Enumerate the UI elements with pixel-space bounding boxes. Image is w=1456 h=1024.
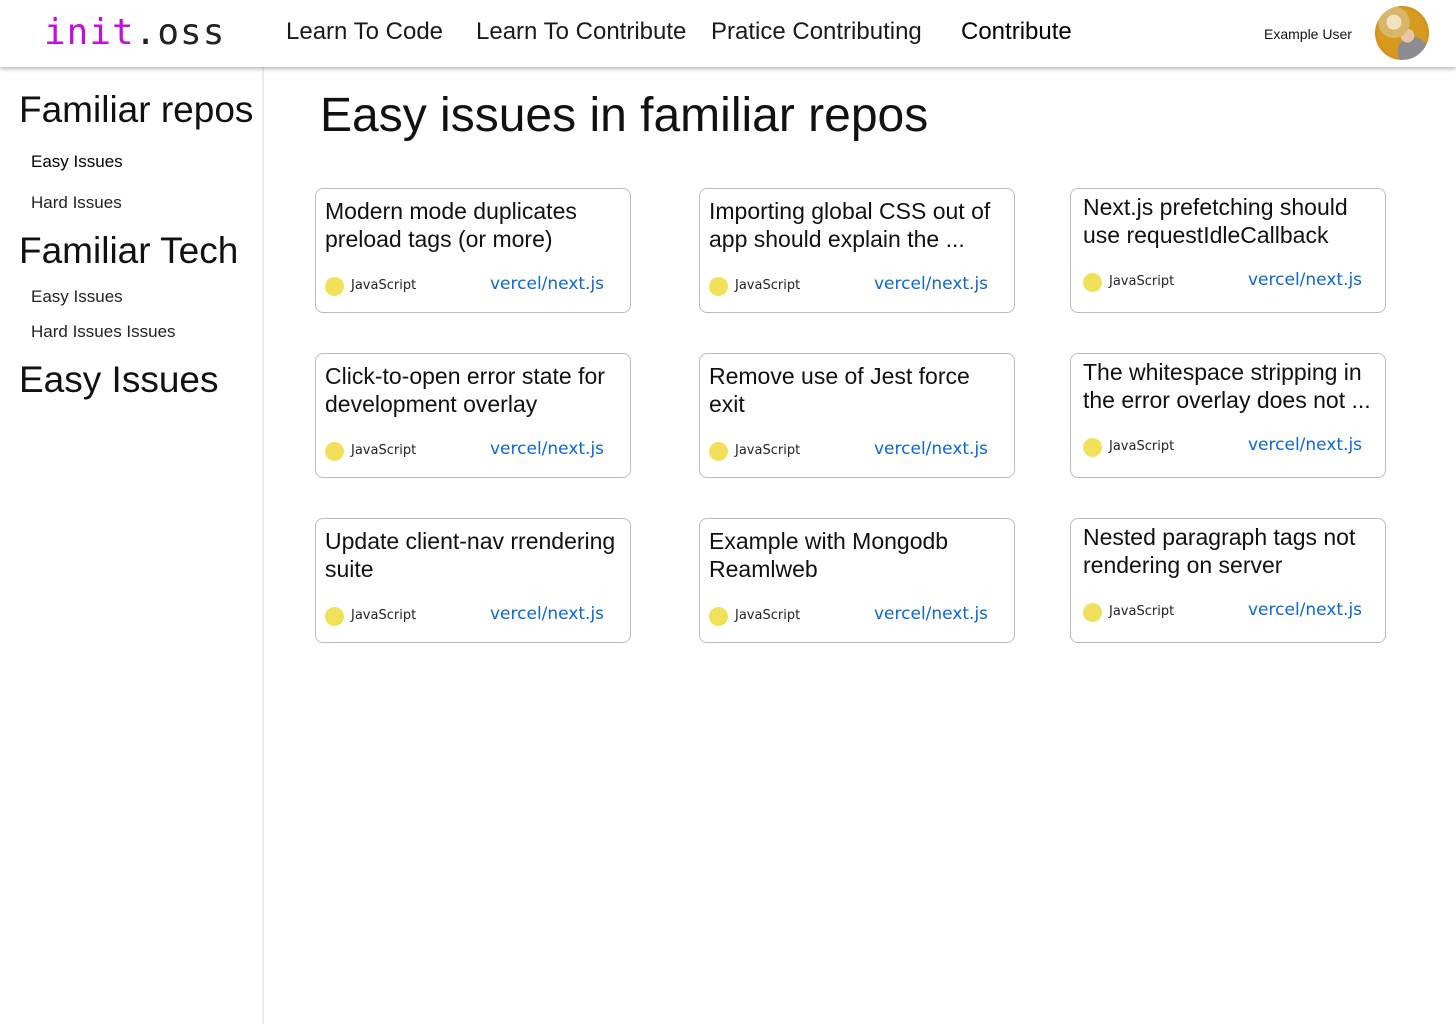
language-color-dot-icon (325, 277, 344, 296)
issue-title: Update client-nav rrendering suite (325, 528, 616, 582)
sidebar-item-repos-easy-issues[interactable]: Easy Issues (31, 152, 123, 172)
issue-title: Next.js prefetching should use requestId… (1083, 194, 1348, 248)
language-color-dot-icon (709, 607, 728, 626)
issue-card[interactable]: Next.js prefetching should use requestId… (1070, 188, 1386, 313)
language-color-dot-icon (709, 277, 728, 296)
nav-contribute[interactable]: Contribute (961, 18, 1072, 46)
sidebar-heading-easy-issues[interactable]: Easy Issues (19, 359, 218, 401)
page-title: Easy issues in familiar repos (320, 89, 929, 142)
repo-link[interactable]: vercel/next.js (1248, 600, 1362, 620)
issue-title: Importing global CSS out of app should e… (709, 198, 991, 252)
user-avatar[interactable] (1375, 6, 1429, 60)
repo-link[interactable]: vercel/next.js (874, 274, 988, 294)
issue-card[interactable]: Remove use of Jest force exit JavaScript… (699, 353, 1015, 478)
sidebar-heading-familiar-repos: Familiar repos (19, 89, 254, 130)
issue-title: Example with Mongodb Reamlweb (709, 528, 949, 582)
nav-practice-contributing[interactable]: Pratice Contributing (711, 18, 922, 46)
top-nav-bar: init.oss Learn To Code Learn To Contribu… (0, 0, 1456, 67)
issue-language: JavaScript (735, 443, 801, 458)
issue-language: JavaScript (1109, 274, 1175, 289)
issue-title: Remove use of Jest force exit (709, 363, 970, 417)
logo-init: init (44, 12, 135, 53)
issue-language: JavaScript (1109, 604, 1175, 619)
language-color-dot-icon (1083, 273, 1102, 292)
issue-language: JavaScript (1109, 439, 1175, 454)
sidebar: Familiar repos Easy Issues Hard Issues F… (0, 67, 264, 1024)
nav-learn-to-contribute[interactable]: Learn To Contribute (476, 18, 686, 46)
issue-card[interactable]: Example with Mongodb Reamlweb JavaScript… (699, 518, 1015, 643)
nav-learn-to-code[interactable]: Learn To Code (286, 18, 443, 46)
issue-card[interactable]: Modern mode duplicates preload tags (or … (315, 188, 631, 313)
issue-card[interactable]: Nested paragraph tags not rendering on s… (1070, 518, 1386, 643)
issue-title: Modern mode duplicates preload tags (or … (325, 198, 577, 252)
language-color-dot-icon (1083, 438, 1102, 457)
language-color-dot-icon (325, 442, 344, 461)
issue-card[interactable]: Click-to-open error state for developmen… (315, 353, 631, 478)
repo-link[interactable]: vercel/next.js (874, 604, 988, 624)
issue-language: JavaScript (351, 608, 417, 623)
logo[interactable]: init.oss (44, 12, 225, 53)
issue-title: Nested paragraph tags not rendering on s… (1083, 524, 1356, 578)
issue-card[interactable]: Importing global CSS out of app should e… (699, 188, 1015, 313)
sidebar-item-tech-hard-issues[interactable]: Hard Issues Issues (31, 322, 176, 342)
repo-link[interactable]: vercel/next.js (1248, 435, 1362, 455)
issue-language: JavaScript (735, 278, 801, 293)
repo-link[interactable]: vercel/next.js (490, 439, 604, 459)
issue-language: JavaScript (351, 278, 417, 293)
issue-card[interactable]: Update client-nav rrendering suite JavaS… (315, 518, 631, 643)
language-color-dot-icon (1083, 603, 1102, 622)
issue-title: Click-to-open error state for developmen… (325, 363, 605, 417)
sidebar-heading-familiar-tech: Familiar Tech (19, 230, 239, 271)
sidebar-item-tech-easy-issues[interactable]: Easy Issues (31, 287, 123, 307)
issue-language: JavaScript (735, 608, 801, 623)
repo-link[interactable]: vercel/next.js (490, 604, 604, 624)
repo-link[interactable]: vercel/next.js (490, 274, 604, 294)
repo-link[interactable]: vercel/next.js (874, 439, 988, 459)
issue-title: The whitespace stripping in the error ov… (1083, 359, 1371, 413)
language-color-dot-icon (709, 442, 728, 461)
issue-card[interactable]: The whitespace stripping in the error ov… (1070, 353, 1386, 478)
repo-link[interactable]: vercel/next.js (1248, 270, 1362, 290)
language-color-dot-icon (325, 607, 344, 626)
user-name[interactable]: Example User (1264, 26, 1352, 42)
sidebar-item-repos-hard-issues[interactable]: Hard Issues (31, 193, 122, 213)
issue-language: JavaScript (351, 443, 417, 458)
logo-oss: .oss (134, 12, 226, 53)
